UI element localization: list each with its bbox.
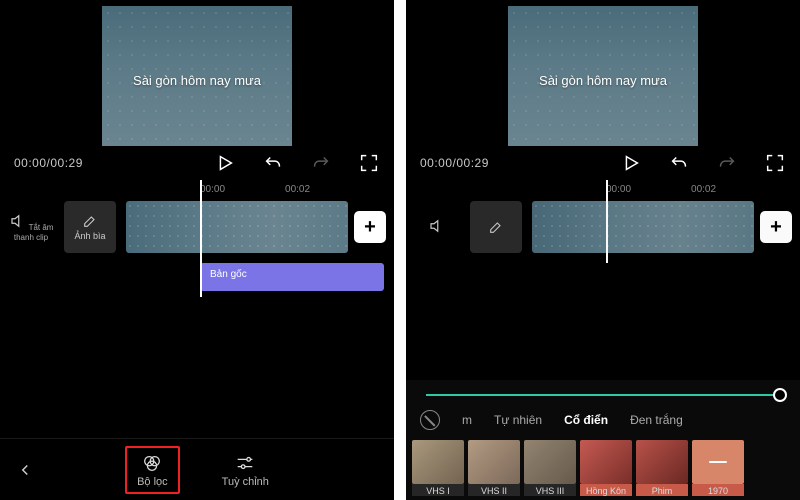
filter-tab-partial[interactable]: m [462,413,472,427]
video-clip[interactable] [532,201,754,253]
mute-button[interactable] [414,217,460,238]
edit-icon [488,219,504,235]
timeline-tick: 00:02 [285,184,310,195]
cover-button[interactable]: Ảnh bìa [64,201,116,253]
no-filter-icon[interactable] [420,410,440,430]
filter-thumb-vhs1[interactable]: VHS I [412,440,464,496]
video-preview[interactable]: Sài gòn hôm nay mưa [508,6,698,146]
playhead[interactable] [200,180,202,297]
timeline-tick: 00:00 [606,184,631,195]
filter-tab-classic[interactable]: Cổ điển [564,413,608,427]
add-clip-button[interactable]: + [760,211,792,243]
undo-icon[interactable] [668,152,690,174]
sliders-icon [234,452,256,474]
filter-thumb-vhs3[interactable]: VHS III [524,440,576,496]
filter-thumb-phim[interactable]: Phim [636,440,688,496]
intensity-slider[interactable] [426,394,780,396]
timeline[interactable]: 00:00 00:02 Tắt âm thanh clip Ảnh bìa + … [0,180,394,297]
video-clip[interactable] [126,201,348,253]
mute-button[interactable]: Tắt âm thanh clip [8,212,54,242]
slider-knob[interactable] [773,388,787,402]
text-track-label: Bản gốc [210,269,247,280]
play-icon[interactable] [620,152,642,174]
time-display: 00:00/00:29 [14,156,83,170]
preview-caption: Sài gòn hôm nay mưa [508,73,698,88]
playhead[interactable] [606,180,608,263]
redo-icon [716,152,738,174]
cover-label: Ảnh bìa [74,231,105,241]
filter-icon [141,452,163,474]
timeline[interactable]: 00:00 00:02 + [406,180,800,263]
filter-tab-bw[interactable]: Đen trắng [630,413,683,427]
filter-thumb-1970[interactable]: 1970 [692,440,744,496]
undo-icon[interactable] [262,152,284,174]
filter-thumb-vhs2[interactable]: VHS II [468,440,520,496]
preview-caption: Sài gòn hôm nay mưa [102,73,292,88]
fullscreen-icon[interactable] [764,152,786,174]
add-clip-button[interactable]: + [354,211,386,243]
filter-tab-natural[interactable]: Tự nhiên [494,413,542,427]
cover-button[interactable] [470,201,522,253]
timeline-tick: 00:02 [691,184,716,195]
filter-panel: m Tự nhiên Cổ điển Đen trắng VHS I VHS I… [406,380,800,500]
speaker-icon [428,217,446,235]
edit-icon [82,213,98,229]
filter-thumb-hongkong[interactable]: Hồng Kôn [580,440,632,496]
adjust-nav-label: Tuỳ chỉnh [222,476,269,488]
filter-nav-item[interactable]: Bộ lọc [125,446,180,494]
fullscreen-icon[interactable] [358,152,380,174]
redo-icon [310,152,332,174]
text-track[interactable]: Bản gốc [200,263,384,291]
speaker-icon [9,212,27,230]
back-button[interactable] [10,455,40,485]
bottom-nav: Bộ lọc Tuỳ chỉnh [0,438,394,500]
play-icon[interactable] [214,152,236,174]
filter-nav-label: Bộ lọc [137,476,168,488]
timeline-tick: 00:00 [200,184,225,195]
adjust-nav-item[interactable]: Tuỳ chỉnh [222,452,269,488]
video-preview[interactable]: Sài gòn hôm nay mưa [102,6,292,146]
time-display: 00:00/00:29 [420,156,489,170]
